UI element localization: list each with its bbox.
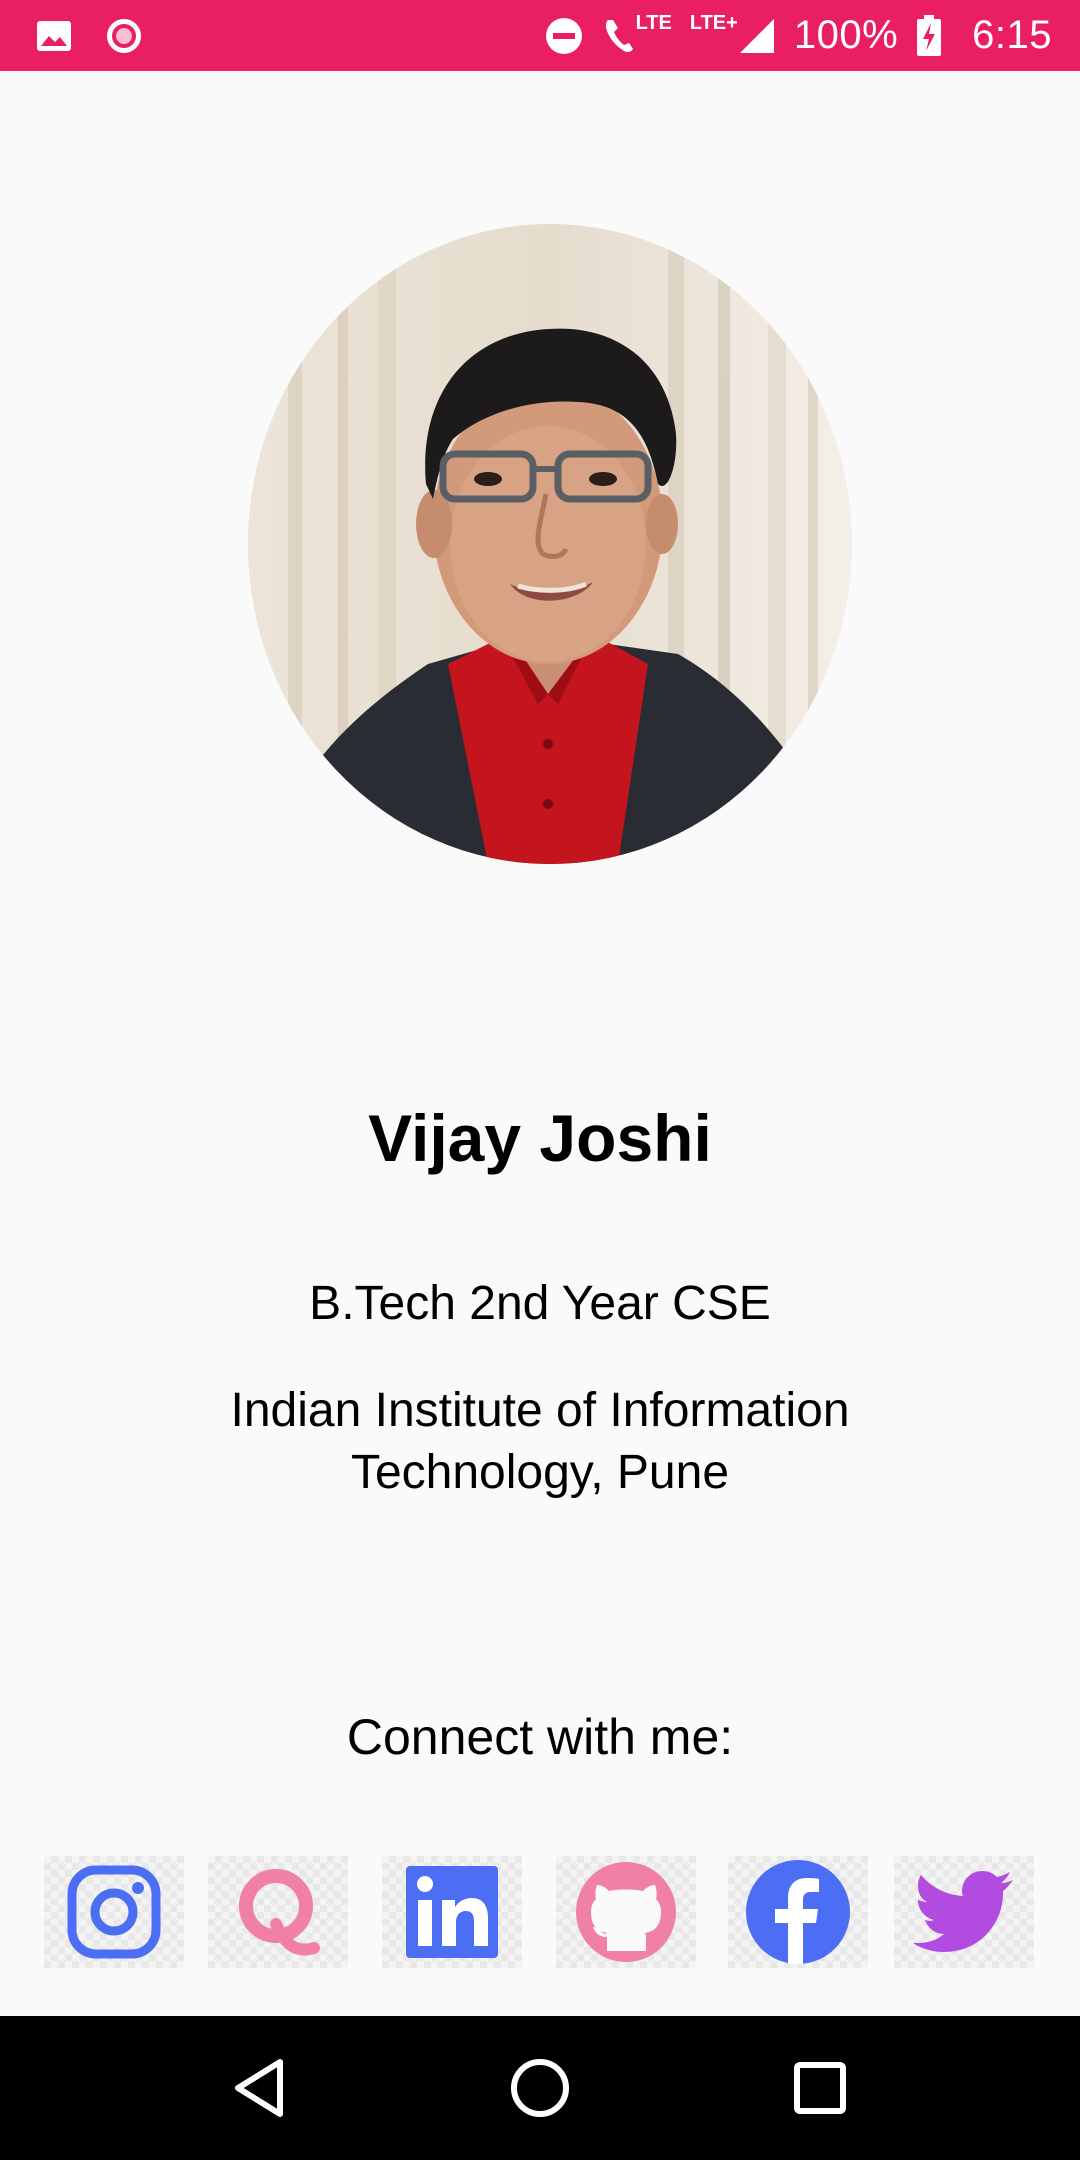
image-notification-icon [37,20,71,51]
recents-button[interactable] [760,2028,880,2148]
institute-line-1: Indian Institute of Information [230,1384,850,1437]
do-not-disturb-icon [545,17,582,54]
connect-label: Connect with me: [346,1709,734,1765]
facebook-button[interactable] [728,1856,868,1968]
twitter-icon [913,1871,1013,1952]
home-button[interactable] [480,2028,600,2148]
instagram-button[interactable] [44,1856,184,1968]
status-right: LTE LTE+ 100% 6:15 [526,12,1052,58]
signal-strength-icon [739,18,774,53]
record-notification-icon [107,18,141,53]
twitter-button[interactable] [894,1856,1034,1968]
facebook-icon [746,1860,850,1964]
profile-photo-illustration [248,224,852,864]
navigation-bar [0,2016,1080,2160]
instagram-icon [67,1865,161,1959]
status-bar: LTE LTE+ 100% 6:15 [0,0,1080,71]
screen: LTE LTE+ 100% 6:15 Vijay Joshi B.Tech 2n… [0,0,1080,2160]
lte-plus-label: LTE+ [689,12,738,34]
social-links [0,1856,1080,1968]
home-icon [511,2059,569,2117]
status-left [36,16,176,56]
recents-icon [794,2062,846,2114]
github-button[interactable] [556,1856,696,1968]
profile-degree: B.Tech 2nd Year CSE [309,1277,771,1330]
back-button[interactable] [200,2028,320,2148]
institute-line-2: Technology, Pune [350,1446,730,1499]
battery-percentage: 100% [793,13,899,57]
volte-call-indicator: LTE [602,12,672,56]
back-icon [235,2059,283,2117]
clock: 6:15 [972,13,1052,57]
quora-icon [239,1869,320,1956]
profile-photo [248,224,852,864]
quora-button[interactable] [208,1856,348,1968]
profile-name: Vijay Joshi [368,1101,712,1175]
phone-call-icon [605,19,633,52]
lte-label: LTE [635,12,672,34]
profile-institute: Indian Institute of Information Technolo… [150,1380,930,1504]
linkedin-icon [406,1866,498,1958]
battery-charging-icon [917,14,942,56]
linkedin-button[interactable] [382,1856,522,1968]
signal-indicator: LTE+ [690,12,776,55]
github-icon [576,1862,676,1962]
